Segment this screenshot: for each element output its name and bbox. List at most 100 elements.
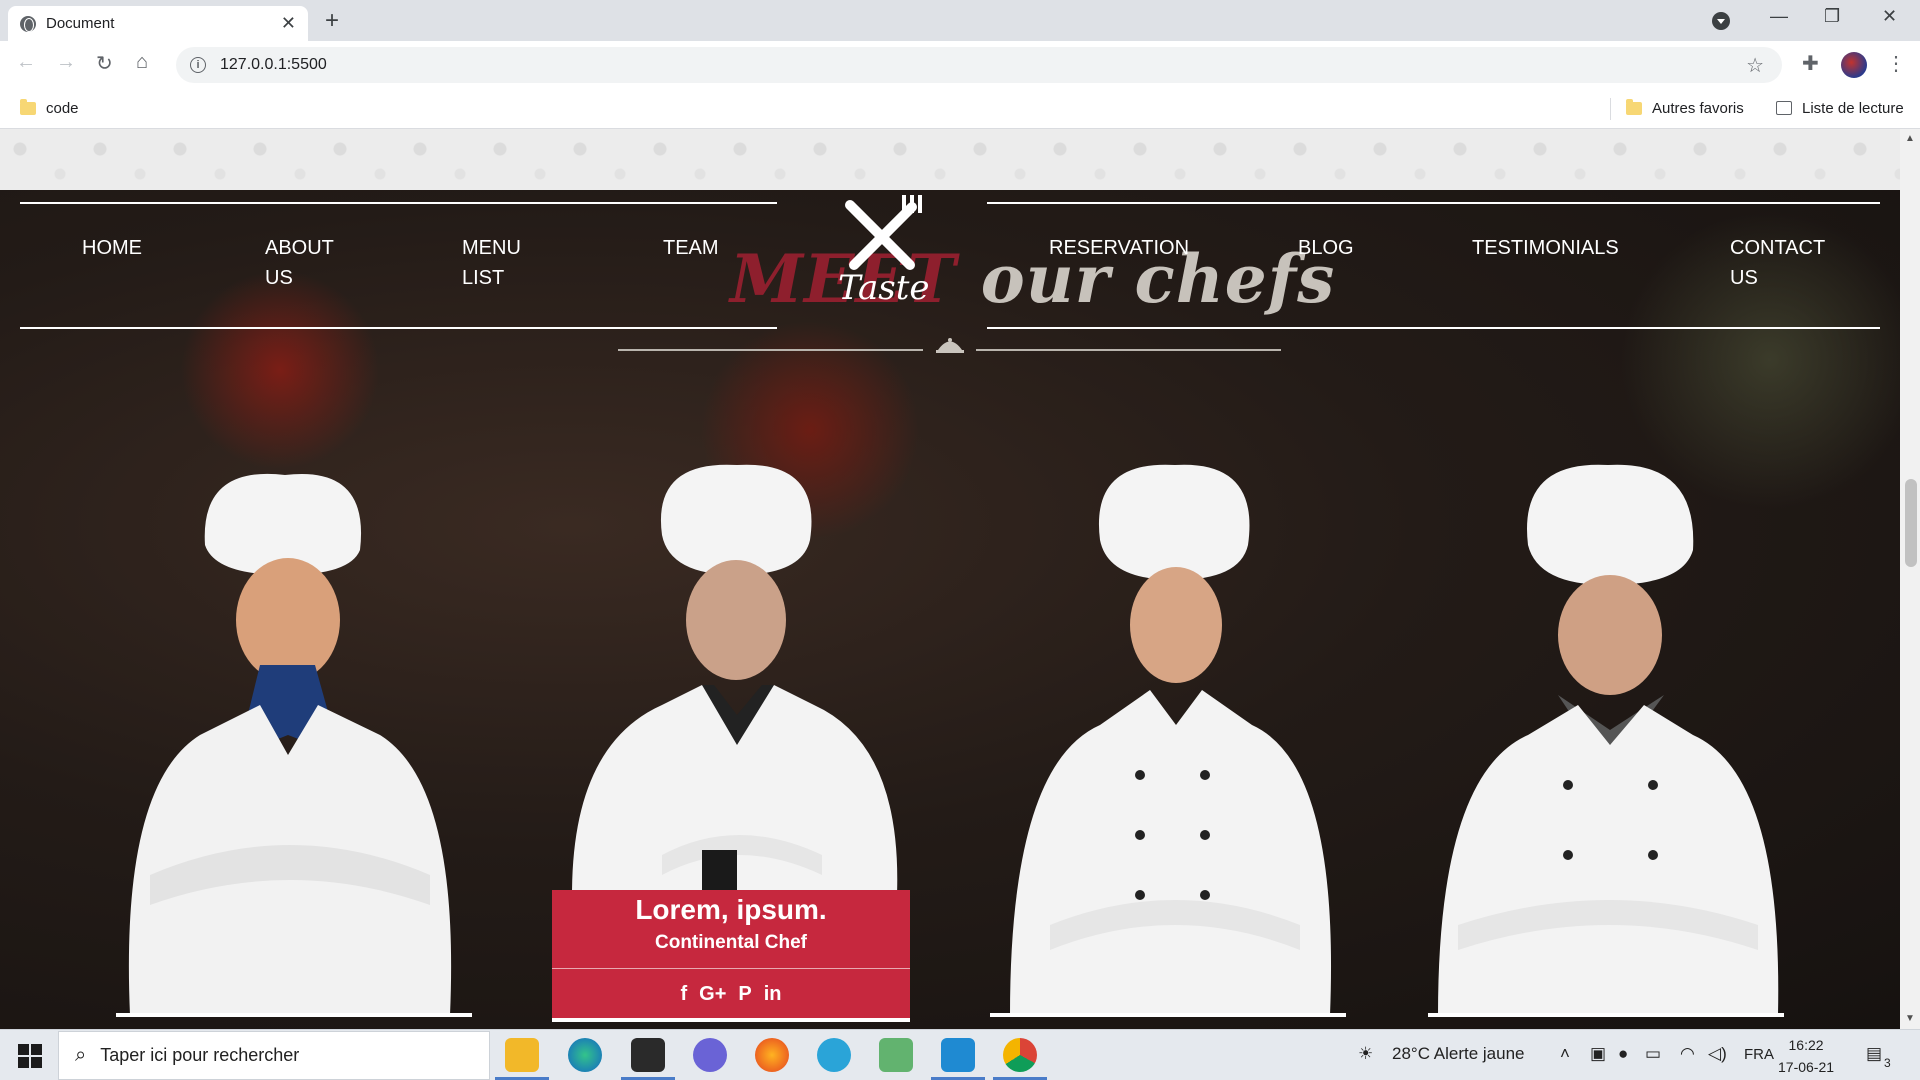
battery-icon[interactable]: ▭ [1645, 1044, 1661, 1064]
meet-now-icon[interactable]: ▣ [1590, 1044, 1606, 1064]
nav-home[interactable]: HOME [82, 233, 142, 263]
tab-title: Document [46, 15, 115, 32]
new-tab-button[interactable]: + [325, 7, 339, 35]
pinterest-icon[interactable]: P [738, 983, 751, 1006]
chef-base-line [552, 1018, 910, 1022]
wifi-icon[interactable]: ◠ [1680, 1044, 1695, 1064]
browser-app-icon[interactable] [817, 1038, 851, 1072]
forward-icon[interactable]: → [56, 51, 76, 74]
address-bar[interactable]: i 127.0.0.1:5500 ☆ [176, 47, 1782, 83]
facebook-icon[interactable]: f [680, 983, 687, 1006]
nav-menu-list[interactable]: MENU LIST [462, 233, 521, 293]
file-explorer-icon[interactable] [505, 1038, 539, 1072]
vscode-icon[interactable] [941, 1038, 975, 1072]
edge-icon[interactable] [568, 1038, 602, 1072]
firefox-icon[interactable] [755, 1038, 789, 1072]
menu-icon[interactable]: ⋮ [1886, 51, 1906, 76]
chef-base-line [990, 1013, 1346, 1017]
bookmark-star-icon[interactable]: ☆ [1746, 53, 1764, 78]
tomato-decoration [180, 270, 380, 470]
scroll-down-icon[interactable]: ▼ [1905, 1013, 1915, 1024]
volume-icon[interactable]: ◁) [1708, 1044, 1727, 1064]
bookmark-folder-other[interactable]: Autres favoris [1626, 89, 1744, 127]
microphone-icon[interactable]: ● [1618, 1044, 1628, 1064]
input-language[interactable]: FRA [1744, 1046, 1774, 1063]
chef-figure [1010, 464, 1332, 1015]
bookmark-folder-code[interactable]: code [20, 89, 79, 127]
chef-photo-3[interactable] [990, 455, 1350, 1017]
scroll-up-icon[interactable]: ▲ [1905, 133, 1915, 144]
weather-text[interactable]: 28°C Alerte jaune [1392, 1044, 1525, 1064]
browser-tab[interactable]: Document ✕ [8, 6, 308, 41]
weather-icon[interactable]: ☀ [1358, 1044, 1373, 1064]
nav-bottom-line-right [987, 327, 1880, 329]
clock-time: 16:22 [1788, 1037, 1824, 1053]
nav-blog[interactable]: BLOG [1298, 233, 1354, 263]
bookmark-label: Autres favoris [1652, 99, 1744, 117]
nav-contact-us[interactable]: CONTACT US [1730, 233, 1825, 293]
site-info-icon[interactable]: i [190, 57, 206, 73]
pattern-strip [0, 129, 1900, 190]
nav-label-line: US [265, 267, 293, 289]
globe-icon [20, 15, 36, 32]
tray-expand-icon[interactable]: ˄ [1560, 1044, 1570, 1064]
nav-top-line-right [987, 202, 1880, 204]
nav-about-us[interactable]: ABOUT US [265, 233, 334, 293]
nav-team[interactable]: TEAM [663, 233, 719, 263]
reload-icon[interactable]: ↻ [96, 51, 113, 76]
windows-taskbar: ⌕ Taper ici pour rechercher ☀ 28°C Alert… [0, 1029, 1920, 1080]
google-plus-icon[interactable]: G+ [699, 983, 726, 1006]
reading-list-button[interactable]: Liste de lecture [1776, 89, 1904, 127]
card-separator [552, 968, 910, 969]
chef-figure [128, 473, 452, 1015]
close-tab-icon[interactable]: ✕ [281, 13, 296, 34]
nav-reservation[interactable]: RESERVATION [1049, 233, 1189, 263]
divider-left [618, 349, 923, 351]
page-scrollbar[interactable]: ▲ ▼ [1900, 129, 1920, 1029]
linkedin-icon[interactable]: in [764, 983, 782, 1006]
windows-start-icon[interactable] [18, 1044, 42, 1068]
taskbar-search-box[interactable]: ⌕ Taper ici pour rechercher [58, 1031, 490, 1080]
section-heading: MEET our chefs [730, 240, 1335, 318]
browser-tab-strip: Document ✕ + — ❐ ✕ [0, 0, 1920, 41]
separator [1610, 98, 1611, 120]
git-app-icon[interactable] [879, 1038, 913, 1072]
nav-bottom-line-left [20, 327, 777, 329]
scroll-thumb[interactable] [1905, 479, 1917, 567]
minimize-icon[interactable]: — [1770, 6, 1788, 27]
reading-list-icon [1776, 101, 1792, 115]
chef-figure [1438, 464, 1779, 1015]
chrome-icon[interactable] [1003, 1038, 1037, 1072]
tab-search-icon[interactable] [1712, 12, 1730, 30]
url-text: 127.0.0.1:5500 [220, 56, 327, 73]
nav-label-line: LIST [462, 267, 505, 289]
profile-avatar[interactable] [1841, 52, 1867, 78]
nav-testimonials[interactable]: TESTIMONIALS [1472, 233, 1619, 263]
chat-app-icon[interactable] [693, 1038, 727, 1072]
nav-top-line-left [20, 202, 777, 204]
search-placeholder: Taper ici pour rechercher [100, 1045, 300, 1065]
nav-label-line: MENU [462, 237, 521, 259]
back-icon[interactable]: ← [16, 51, 36, 74]
notification-icon[interactable]: ▤ [1866, 1044, 1882, 1064]
chef-base-line [1428, 1013, 1784, 1017]
chef-photo-4[interactable] [1428, 455, 1788, 1017]
clock[interactable]: 16:22 17-06-21 [1778, 1034, 1834, 1078]
bookmarks-bar: code Autres favoris Liste de lecture [0, 89, 1920, 129]
home-icon[interactable]: ⌂ [136, 51, 148, 74]
nav-label-line: ABOUT [265, 237, 334, 259]
restore-icon[interactable]: ❐ [1824, 6, 1840, 27]
close-window-icon[interactable]: ✕ [1882, 6, 1897, 27]
reading-list-label: Liste de lecture [1802, 99, 1904, 117]
nav-label-line: US [1730, 267, 1758, 289]
extensions-icon[interactable]: ✚ [1802, 51, 1819, 76]
folder-icon [20, 98, 36, 115]
notification-count: 3 [1884, 1056, 1891, 1070]
folder-icon [1626, 98, 1642, 115]
sticky-notes-icon[interactable] [631, 1038, 665, 1072]
cloche-icon [936, 338, 964, 353]
divider-right [976, 349, 1281, 351]
chef-photo-1[interactable] [110, 455, 472, 1017]
browser-toolbar: ← → ↻ ⌂ i 127.0.0.1:5500 ☆ ✚ ⋮ [0, 41, 1920, 89]
chef-info-card: Lorem, ipsum. Continental Chef f G+ P in [552, 890, 910, 1022]
